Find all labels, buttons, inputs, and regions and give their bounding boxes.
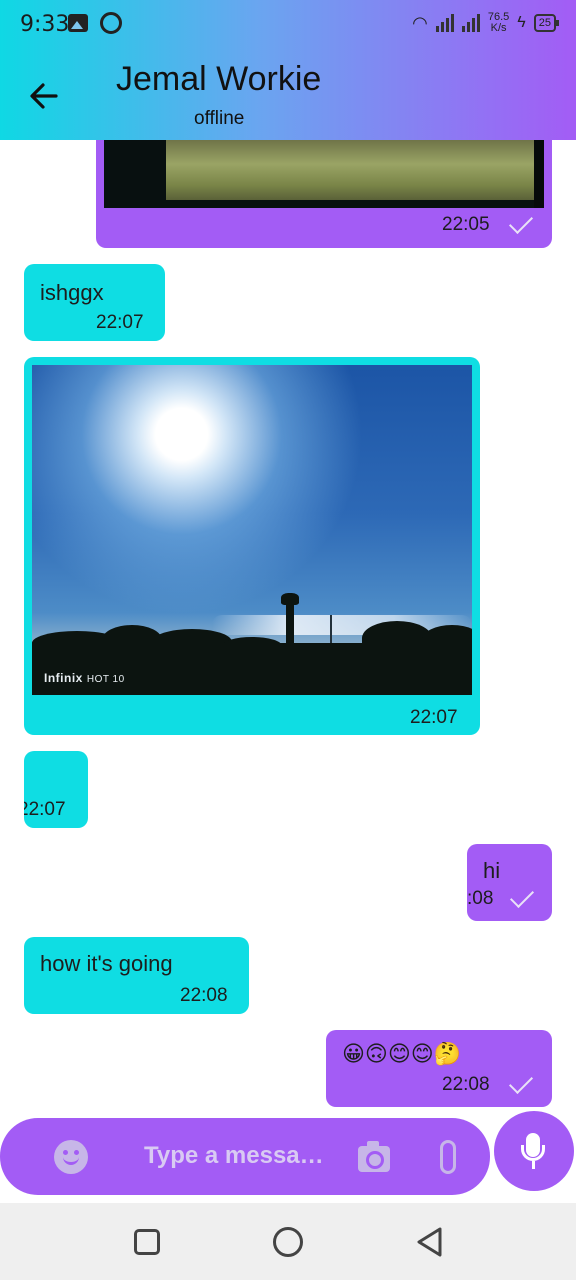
message-text: 😀🙃😊😊🤔 <box>342 1042 462 1067</box>
message-time: 22:08 <box>442 1074 490 1095</box>
network-speed: 76.5 K/s <box>487 11 510 34</box>
message-bubble-received[interactable]: 22:07 <box>24 751 88 828</box>
charging-icon: ϟ <box>517 14 526 31</box>
message-time: 22:05 <box>442 214 490 235</box>
sent-check-icon <box>508 1069 534 1095</box>
arrow-left-icon <box>30 83 58 109</box>
sent-check-icon <box>508 209 534 235</box>
message-time: 22:07 <box>410 707 458 728</box>
gallery-notification-icon <box>68 14 88 32</box>
status-notification-icons <box>68 12 122 34</box>
home-icon[interactable] <box>273 1227 303 1257</box>
wifi-icon: ◠ <box>412 12 428 33</box>
message-bubble-sent[interactable]: 😀🙃😊😊🤔 22:08 <box>326 1030 552 1107</box>
message-image[interactable]: Infinix HOT 10 <box>32 365 472 695</box>
recents-icon[interactable] <box>134 1229 160 1255</box>
microphone-button[interactable] <box>494 1111 574 1191</box>
message-bubble-sent[interactable]: hi :08 <box>467 844 552 921</box>
app-header: 9:33 ◠ 76.5 K/s ϟ 25 Jemal Workie offlin… <box>0 0 576 140</box>
status-time: 9:33 <box>20 12 70 37</box>
signal-icon-2 <box>461 14 480 32</box>
emoji-icon[interactable] <box>54 1140 88 1174</box>
message-bubble-received[interactable]: Infinix HOT 10 22:07 <box>24 357 480 735</box>
message-time: 22:08 <box>180 985 228 1006</box>
message-composer <box>0 1118 490 1195</box>
message-text: ishggx <box>40 280 104 305</box>
message-time: 22:07 <box>24 799 66 820</box>
sent-check-icon <box>509 883 535 909</box>
back-button[interactable] <box>24 76 64 116</box>
message-text: hi <box>483 858 501 883</box>
message-image[interactable] <box>104 140 544 208</box>
message-text: how it's going <box>40 951 173 976</box>
message-bubble-received[interactable]: how it's going 22:08 <box>24 937 249 1014</box>
contact-status: offline <box>194 108 245 129</box>
image-watermark: Infinix HOT 10 <box>44 671 125 685</box>
message-input[interactable] <box>130 1136 340 1176</box>
contact-name[interactable]: Jemal Workie <box>116 60 321 99</box>
battery-icon: 25 <box>533 14 560 32</box>
status-system-icons: ◠ 76.5 K/s ϟ 25 <box>412 11 560 34</box>
paperclip-icon[interactable] <box>440 1140 456 1174</box>
message-time: :08 <box>467 888 494 909</box>
message-time: 22:07 <box>96 312 144 333</box>
message-bubble-received[interactable]: ishggx 22:07 <box>24 264 165 341</box>
signal-icon <box>435 14 454 32</box>
camera-icon[interactable] <box>358 1141 390 1172</box>
system-navigation-bar <box>0 1203 576 1280</box>
sync-notification-icon <box>100 12 122 34</box>
